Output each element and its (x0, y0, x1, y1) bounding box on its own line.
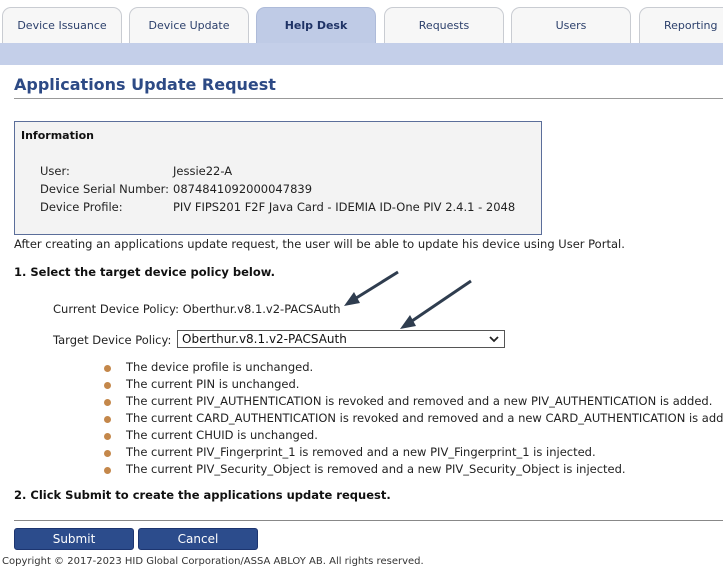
information-heading: Information (21, 129, 94, 142)
tab-bar-strip (0, 43, 723, 65)
cancel-button[interactable]: Cancel (138, 528, 258, 550)
arrow-icon (344, 270, 399, 306)
bullet-dot-icon (104, 467, 111, 474)
bullet-dot-icon (104, 416, 111, 423)
target-policy-select[interactable]: Oberthur.v8.1.v2-PACSAuth (177, 330, 505, 348)
step-2-heading: 2. Click Submit to create the applicatio… (14, 488, 391, 502)
current-policy-row: Current Device Policy: Oberthur.v8.1.v2-… (53, 302, 341, 316)
tab-users[interactable]: Users (511, 7, 631, 43)
serial-label: Device Serial Number: (40, 182, 170, 196)
bullet-dot-icon (104, 433, 111, 440)
target-policy-selected: Oberthur.v8.1.v2-PACSAuth (182, 332, 347, 346)
information-panel: Information User: Jessie22-A Device Seria… (14, 121, 542, 235)
submit-button[interactable]: Submit (14, 528, 134, 550)
current-policy-label: Current Device Policy: (53, 302, 179, 316)
info-user-row: User: Jessie22-A (40, 164, 232, 178)
target-policy-label: Target Device Policy: (53, 333, 172, 347)
tab-reporting[interactable]: Reporting (639, 7, 723, 43)
info-serial-row: Device Serial Number: 0874841092000047839 (40, 182, 312, 196)
copyright-text: Copyright © 2017-2023 HID Global Corpora… (2, 556, 424, 567)
user-label: User: (40, 164, 70, 178)
bottom-divider (14, 520, 723, 521)
tab-device-issuance[interactable]: Device Issuance (2, 7, 122, 43)
bullet-dot-icon (104, 450, 111, 457)
nav-tabs: Device Issuance Device Update Help Desk … (0, 0, 723, 44)
tab-device-update[interactable]: Device Update (129, 7, 249, 43)
serial-value: 0874841092000047839 (173, 182, 313, 196)
tab-help-desk[interactable]: Help Desk (256, 7, 376, 43)
page-title: Applications Update Request (14, 75, 276, 94)
profile-label: Device Profile: (40, 200, 123, 214)
current-policy-value: Oberthur.v8.1.v2-PACSAuth (182, 302, 341, 316)
user-value: Jessie22-A (173, 164, 233, 178)
chevron-down-icon (488, 331, 500, 352)
bullet-dot-icon (104, 399, 111, 406)
info-profile-row: Device Profile: PIV FIPS201 F2F Java Card… (40, 200, 515, 214)
profile-value: PIV FIPS201 F2F Java Card - IDEMIA ID-On… (173, 200, 516, 214)
arrow-icon (400, 279, 472, 329)
title-divider (14, 98, 723, 99)
step-1-heading: 1. Select the target device policy below… (14, 265, 276, 279)
intro-text: After creating an applications update re… (14, 237, 625, 251)
bullet-dot-icon (104, 365, 111, 372)
tab-requests[interactable]: Requests (384, 7, 504, 43)
bullet-dot-icon (104, 382, 111, 389)
